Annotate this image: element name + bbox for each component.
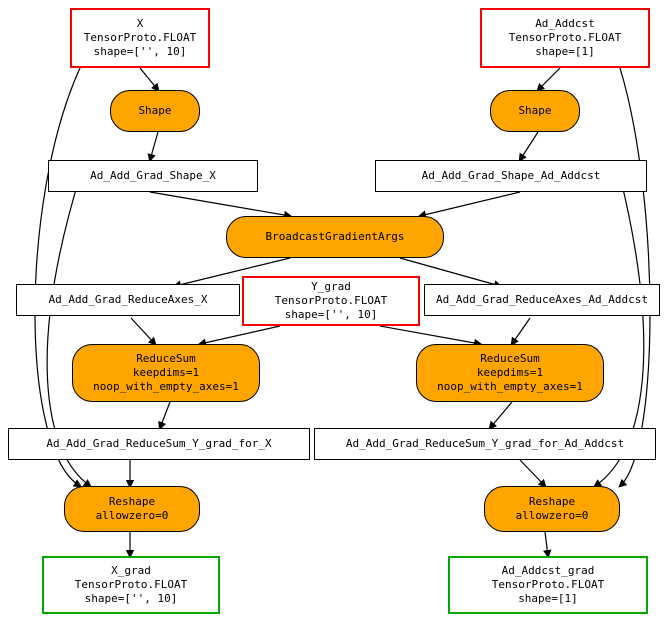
node-ad-add-grad-reduceaxes-x: Ad_Add_Grad_ReduceAxes_X — [16, 284, 240, 316]
node-ad-add-grad-shape-ad-addcst: Ad_Add_Grad_Shape_Ad_Addcst — [375, 160, 647, 192]
node-broadcast-gradient-args: BroadcastGradientArgs — [226, 216, 444, 258]
node-Ad-Addcst-grad: Ad_Addcst_grad TensorProto.FLOAT shape=[… — [448, 556, 648, 614]
node-reshape-right: Reshape allowzero=0 — [484, 486, 620, 532]
node-shape-left: Shape — [110, 90, 200, 132]
node-Y-grad: Y_grad TensorProto.FLOAT shape=['', 10] — [242, 276, 420, 326]
node-reshape-left: Reshape allowzero=0 — [64, 486, 200, 532]
node-reducesum-left: ReduceSum keepdims=1 noop_with_empty_axe… — [72, 344, 260, 402]
node-reducesum-right: ReduceSum keepdims=1 noop_with_empty_axe… — [416, 344, 604, 402]
node-Ad-Addcst: Ad_Addcst TensorProto.FLOAT shape=[1] — [480, 8, 650, 68]
node-X-grad: X_grad TensorProto.FLOAT shape=['', 10] — [42, 556, 220, 614]
node-shape-right: Shape — [490, 90, 580, 132]
node-ad-add-grad-reducesum-y-grad-for-x: Ad_Add_Grad_ReduceSum_Y_grad_for_X — [8, 428, 310, 460]
node-X: X TensorProto.FLOAT shape=['', 10] — [70, 8, 210, 68]
node-ad-add-grad-shape-x: Ad_Add_Grad_Shape_X — [48, 160, 258, 192]
node-ad-add-grad-reduceaxes-ad-addcst: Ad_Add_Grad_ReduceAxes_Ad_Addcst — [424, 284, 660, 316]
canvas: X TensorProto.FLOAT shape=['', 10] Ad_Ad… — [0, 0, 672, 621]
node-ad-add-grad-reducesum-y-grad-for-ad-addcst: Ad_Add_Grad_ReduceSum_Y_grad_for_Ad_Addc… — [314, 428, 656, 460]
